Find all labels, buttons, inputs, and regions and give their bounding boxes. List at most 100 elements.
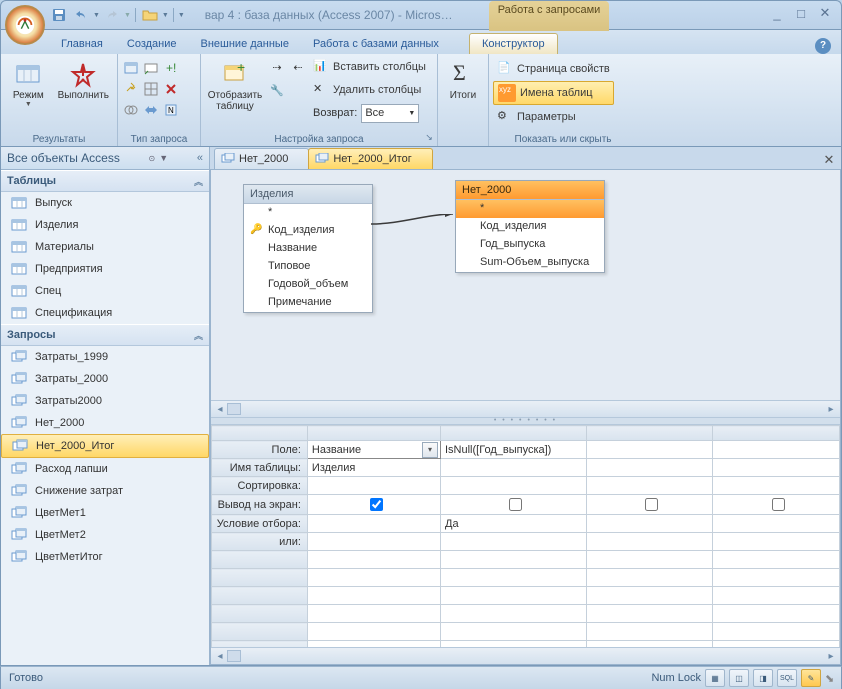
grid-cell[interactable]: [586, 459, 713, 477]
parameters-button[interactable]: ⚙Параметры: [493, 106, 614, 128]
grid-cell[interactable]: [586, 477, 713, 495]
minimize-button[interactable]: _: [767, 5, 787, 21]
grid-cell[interactable]: [713, 495, 840, 515]
field-row[interactable]: Год_выпуска: [456, 236, 604, 254]
select-query-icon[interactable]: [122, 58, 140, 78]
property-sheet-button[interactable]: 📄Страница свойств: [493, 58, 614, 80]
office-button[interactable]: [5, 5, 45, 45]
hscroll-grid[interactable]: ◂▸: [211, 647, 840, 664]
grid-cell[interactable]: Изделия: [307, 459, 440, 477]
tab-database[interactable]: Работа с базами данных: [301, 34, 451, 54]
nav-item[interactable]: Предприятия: [1, 258, 209, 280]
close-tab-icon[interactable]: ✕: [821, 153, 837, 169]
grid-cell[interactable]: [713, 441, 840, 459]
nav-item[interactable]: Нет_2000_Итог: [1, 434, 209, 458]
save-icon[interactable]: [49, 5, 69, 25]
union-icon[interactable]: [122, 100, 140, 120]
nav-group[interactable]: Таблицы︽: [1, 170, 209, 192]
builder-icon[interactable]: 🔧: [267, 80, 287, 100]
sql-view-icon[interactable]: SQL: [777, 669, 797, 687]
grid-cell[interactable]: [441, 495, 587, 515]
grid-cell[interactable]: [713, 515, 840, 533]
show-table-button[interactable]: + Отобразить таблицу: [205, 56, 265, 114]
show-checkbox[interactable]: [370, 498, 383, 511]
show-checkbox[interactable]: [509, 498, 522, 511]
field-row[interactable]: *: [244, 204, 372, 222]
grid-cell[interactable]: [307, 477, 440, 495]
grid-cell[interactable]: [307, 515, 440, 533]
nav-item[interactable]: ЦветМетИтог: [1, 546, 209, 568]
close-button[interactable]: ✕: [815, 5, 835, 21]
dropdown-icon[interactable]: ▾: [422, 442, 438, 458]
nav-item[interactable]: Выпуск: [1, 192, 209, 214]
nav-item[interactable]: Затраты_2000: [1, 368, 209, 390]
nav-item[interactable]: ЦветМет2: [1, 524, 209, 546]
insert-rows-icon[interactable]: ⇢: [267, 57, 287, 77]
grid-cell[interactable]: [586, 441, 713, 459]
tab-constructor[interactable]: Конструктор: [469, 33, 558, 54]
nav-item[interactable]: Затраты2000: [1, 390, 209, 412]
field-row[interactable]: Sum-Объем_выпуска: [456, 254, 604, 272]
tab-home[interactable]: Главная: [49, 34, 115, 54]
grid-cell[interactable]: [586, 533, 713, 551]
field-row[interactable]: Типовое: [244, 258, 372, 276]
grid-cell[interactable]: Да: [441, 515, 587, 533]
collapse-icon[interactable]: «: [197, 152, 203, 164]
hscroll-tables[interactable]: ◂▸: [211, 400, 840, 417]
grid-cell[interactable]: IsNull([Год_выпуска]): [441, 441, 587, 459]
nav-item[interactable]: ЦветМет1: [1, 502, 209, 524]
field-row[interactable]: *: [456, 200, 604, 218]
return-combo[interactable]: Все▼: [361, 104, 419, 123]
dialog-launcher-icon[interactable]: ↘: [423, 132, 435, 144]
open-folder-icon[interactable]: [140, 5, 160, 25]
grid-cell[interactable]: [586, 515, 713, 533]
update-icon[interactable]: [122, 79, 140, 99]
design-grid[interactable]: Поле:Название▾IsNull([Год_выпуска])Имя т…: [211, 425, 840, 647]
document-tab[interactable]: Нет_2000_Итог: [308, 148, 432, 169]
undo-icon[interactable]: [71, 5, 91, 25]
table-izdeliya[interactable]: Изделия *🔑Код_изделияНазваниеТиповоеГодо…: [243, 184, 373, 313]
passthrough-icon[interactable]: [142, 100, 160, 120]
delete-rows-icon[interactable]: ⇠: [288, 57, 308, 77]
maximize-button[interactable]: □: [791, 5, 811, 21]
nav-item[interactable]: Снижение затрат: [1, 480, 209, 502]
view-button[interactable]: Режим▼: [5, 56, 52, 110]
delete-query-icon[interactable]: [162, 79, 180, 99]
tab-create[interactable]: Создание: [115, 34, 189, 54]
col-selector[interactable]: [713, 426, 840, 441]
grid-cell[interactable]: [441, 459, 587, 477]
datasheet-view-icon[interactable]: ▦: [705, 669, 725, 687]
document-tab[interactable]: Нет_2000: [214, 148, 309, 169]
delete-cols-button[interactable]: ✕Удалить столбцы: [309, 79, 425, 101]
make-table-icon[interactable]: [142, 58, 160, 78]
grid-cell[interactable]: Название▾: [307, 441, 440, 459]
col-selector[interactable]: [441, 426, 587, 441]
pivot-view-icon[interactable]: ◫: [729, 669, 749, 687]
nav-item[interactable]: Изделия: [1, 214, 209, 236]
show-checkbox[interactable]: [772, 498, 785, 511]
nav-header[interactable]: Все объекты Access ⊙ ▼ «: [1, 147, 209, 170]
data-def-icon[interactable]: N: [162, 100, 180, 120]
show-checkbox[interactable]: [645, 498, 658, 511]
tables-pane[interactable]: Изделия *🔑Код_изделияНазваниеТиповоеГодо…: [211, 170, 840, 400]
col-selector[interactable]: [307, 426, 440, 441]
append-icon[interactable]: +!: [162, 58, 180, 78]
nav-group[interactable]: Запросы︽: [1, 324, 209, 346]
grid-cell[interactable]: [441, 477, 587, 495]
nav-item[interactable]: Нет_2000: [1, 412, 209, 434]
help-button[interactable]: ?: [815, 38, 831, 54]
nav-item[interactable]: Расход лапши: [1, 458, 209, 480]
redo-icon[interactable]: [102, 5, 122, 25]
insert-cols-button[interactable]: 📊Вставить столбцы: [309, 56, 430, 78]
nav-item[interactable]: Материалы: [1, 236, 209, 258]
grid-cell[interactable]: [713, 533, 840, 551]
splitter[interactable]: • • • • • • • •: [211, 417, 840, 425]
field-row[interactable]: Код_изделия: [456, 218, 604, 236]
field-row[interactable]: 🔑Код_изделия: [244, 222, 372, 240]
pivotchart-view-icon[interactable]: ◨: [753, 669, 773, 687]
grid-cell[interactable]: [586, 495, 713, 515]
crosstab-icon[interactable]: [142, 79, 160, 99]
col-selector[interactable]: [586, 426, 713, 441]
nav-item[interactable]: Спец: [1, 280, 209, 302]
nav-item[interactable]: Спецификация: [1, 302, 209, 324]
